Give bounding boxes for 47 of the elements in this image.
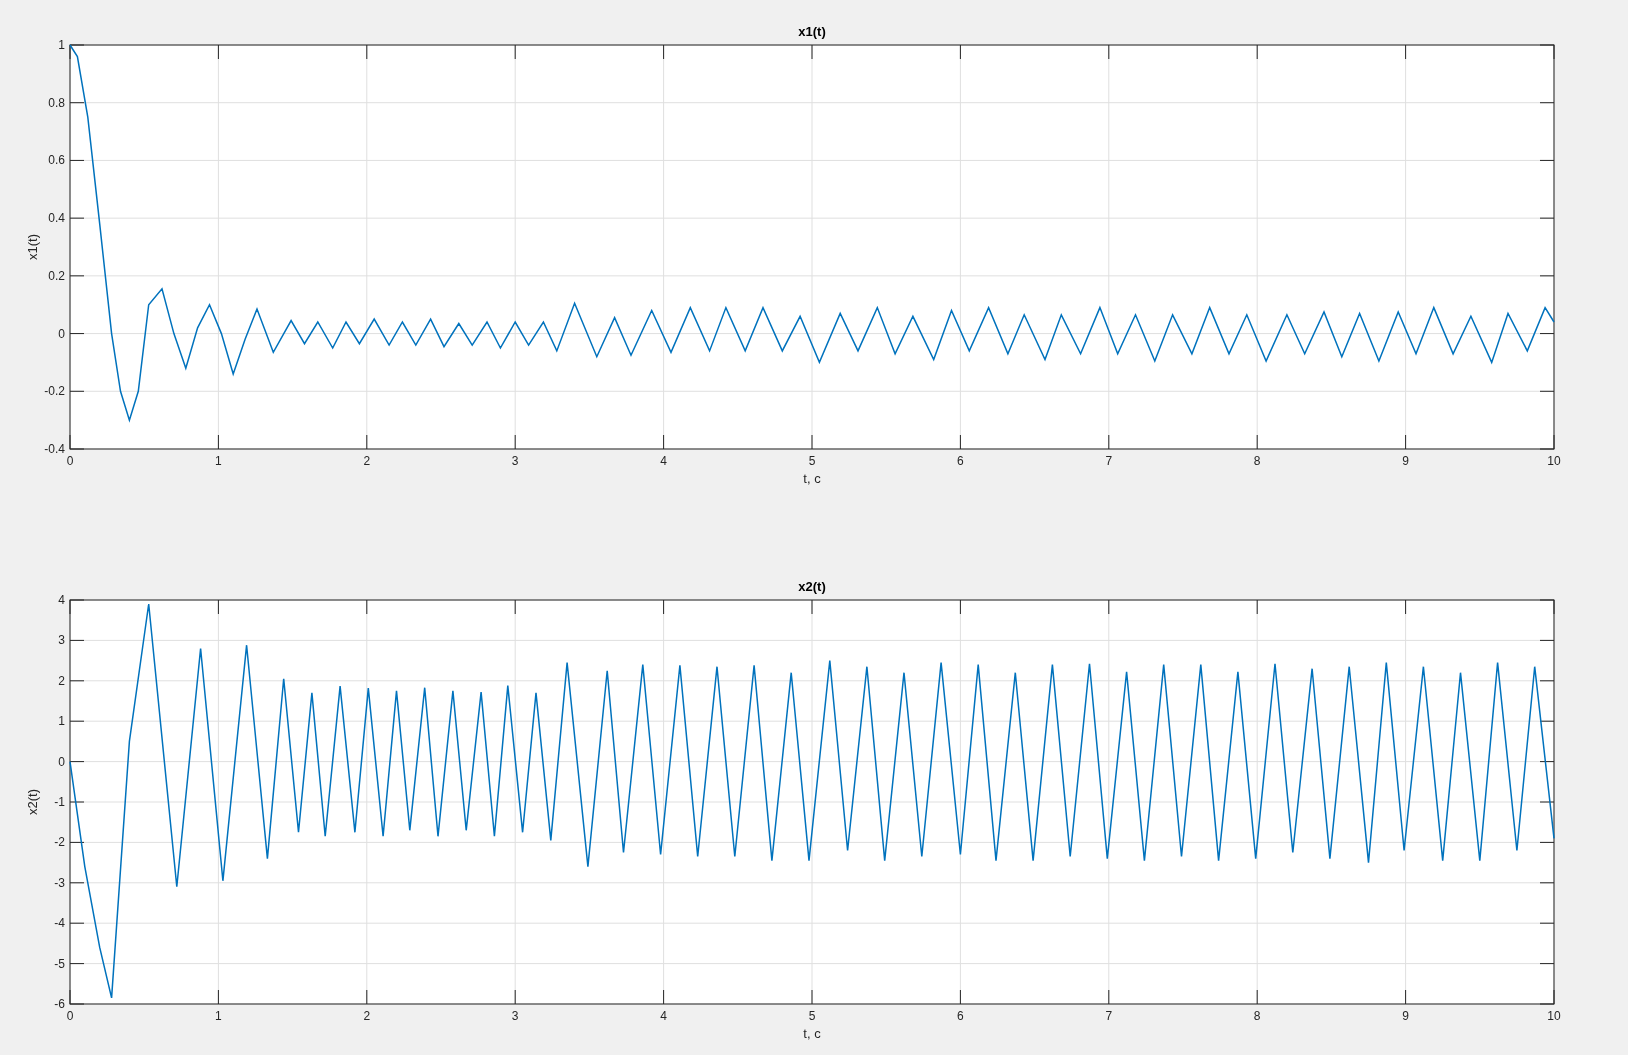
tick-label: 0 — [66, 454, 74, 468]
tick-label: -0.4 — [44, 442, 65, 456]
tick-label: 1 — [215, 454, 222, 468]
tick-label: 4 — [660, 1009, 667, 1023]
tick-label: 10 — [1547, 454, 1561, 468]
axis-label: x1(t) — [25, 234, 40, 260]
tick-label: -0.2 — [44, 384, 65, 399]
tick-label: 5 — [808, 454, 816, 468]
tick-label: 0.2 — [48, 268, 65, 283]
chart-title: x2(t) — [798, 579, 826, 594]
tick-label: 3 — [58, 633, 65, 648]
tick-label: 0.8 — [48, 95, 65, 110]
axis-label: x2(t) — [25, 789, 40, 815]
tick-label: 7 — [1105, 1009, 1113, 1023]
tick-label: 8 — [1253, 1009, 1261, 1023]
tick-label: 1 — [215, 1009, 222, 1023]
tick-label: 0 — [58, 754, 65, 769]
tick-label: 1 — [58, 714, 65, 729]
tick-label: 8 — [1253, 454, 1261, 468]
axis-label: t, c — [803, 1026, 821, 1041]
tick-label: -6 — [54, 997, 65, 1011]
tick-label: -1 — [54, 795, 65, 809]
tick-label: 4 — [58, 593, 65, 607]
tick-label: 6 — [957, 454, 964, 468]
tick-label: 4 — [660, 454, 667, 468]
tick-label: 5 — [808, 1009, 816, 1023]
tick-label: 3 — [511, 1009, 519, 1023]
chart-title: x1(t) — [798, 24, 826, 39]
tick-label: 0 — [58, 326, 65, 341]
tick-label: 7 — [1105, 454, 1113, 468]
tick-label: 3 — [511, 454, 519, 468]
tick-label: -3 — [54, 875, 65, 890]
tick-label: 9 — [1402, 1009, 1409, 1023]
axis-label: t, c — [803, 471, 821, 486]
tick-label: 2 — [363, 1009, 371, 1023]
tick-label: 10 — [1547, 1009, 1561, 1023]
tick-label: 0 — [66, 1009, 74, 1023]
tick-label: -4 — [54, 916, 65, 931]
tick-label: 2 — [58, 673, 65, 688]
tick-label: -2 — [54, 835, 65, 850]
tick-label: 1 — [58, 38, 65, 52]
tick-label: -5 — [54, 956, 65, 971]
tick-label: 6 — [957, 1009, 964, 1023]
tick-label: 9 — [1402, 454, 1409, 468]
tick-label: 0.6 — [48, 153, 65, 168]
tick-label: 2 — [363, 454, 371, 468]
tick-label: 0.4 — [48, 211, 65, 226]
